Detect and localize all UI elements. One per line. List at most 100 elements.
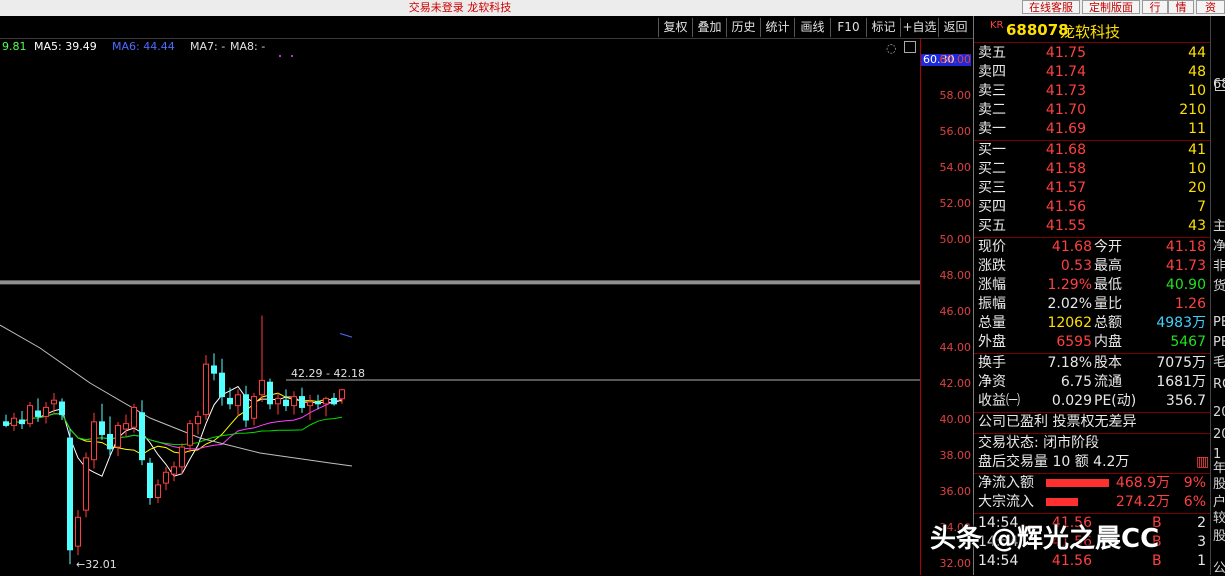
kline-chart[interactable]: 42.29 - 42.18 ←32.01 [0, 38, 920, 575]
quote-tab-button[interactable]: 行 [1142, 0, 1168, 14]
bid-row[interactable]: 买四 41.56 7 [976, 198, 1209, 217]
bid-price: 41.56 [1045, 199, 1086, 215]
online-service-button[interactable]: 在线客服 [1022, 0, 1080, 14]
candle-body[interactable] [139, 412, 145, 461]
candle-body[interactable] [227, 397, 233, 405]
reference-band [0, 280, 920, 285]
stat-value: 4983万 [1156, 315, 1206, 331]
stat-label: 今开 [1094, 239, 1122, 255]
stat-row[interactable]: 振幅 2.02% 量比 1.26 [976, 295, 1209, 314]
ask-row[interactable]: 卖五 41.75 44 [976, 44, 1209, 63]
stat-label: 净资 [978, 374, 1006, 390]
custom-layout-button[interactable]: 定制版面 [1082, 0, 1140, 14]
quote-tab-button-2[interactable]: 情 [1168, 0, 1194, 14]
statistics-button[interactable]: 统计 [760, 18, 794, 37]
bid-row[interactable]: 买二 41.58 10 [976, 160, 1209, 179]
candle-body[interactable] [307, 401, 313, 407]
bid-row[interactable]: 买三 41.57 20 [976, 179, 1209, 198]
history-button[interactable]: 历史 [726, 18, 760, 37]
adjust-rights-button[interactable]: 复权 [658, 18, 692, 37]
candle-body[interactable] [99, 421, 105, 435]
back-button[interactable]: 返回 [938, 18, 972, 37]
stat-row[interactable]: 收益㈠ 0.029 PE(动) 356.7 [976, 392, 1209, 411]
bid-row[interactable]: 买五 41.55 43 [976, 217, 1209, 236]
ask-price: 41.70 [1045, 102, 1086, 118]
candle-body[interactable] [211, 365, 217, 374]
candle-body[interactable] [283, 399, 289, 407]
bid-label: 买四 [978, 199, 1006, 215]
ask-price: 41.73 [1045, 83, 1086, 99]
candle-body[interactable] [195, 415, 201, 425]
company-note[interactable]: 公司已盈利 投票权无差异 [976, 413, 1209, 432]
bid-row[interactable]: 买一 41.68 41 [976, 141, 1209, 160]
candle-body[interactable] [3, 421, 9, 426]
stat-row[interactable]: 换手 7.18% 股本 7075万 [976, 354, 1209, 373]
candle-body[interactable] [131, 406, 137, 428]
stat-row[interactable]: 净资 6.75 流通 1681万 [976, 373, 1209, 392]
candle-body[interactable] [171, 466, 177, 475]
trade-status[interactable]: 交易状态: 闭市阶段 [976, 434, 1209, 453]
candle-body[interactable] [115, 424, 121, 448]
candle-body[interactable] [219, 372, 225, 398]
candle-body[interactable] [203, 363, 209, 416]
candle-body[interactable] [291, 396, 297, 407]
candle-body[interactable] [163, 471, 169, 484]
ask-row[interactable]: 卖三 41.73 10 [976, 82, 1209, 101]
mark-button[interactable]: 标记 [866, 18, 900, 37]
price-tick: 56.00 [939, 124, 972, 138]
candle-body[interactable] [187, 423, 193, 446]
candle-body[interactable] [43, 406, 49, 417]
candle-body[interactable] [267, 381, 273, 405]
stat-label: 外盘 [978, 334, 1006, 350]
f10-side-panel: 68主净非货PEPB毛RO20201年股户较股公 [1210, 16, 1225, 576]
stat-row[interactable]: 涨跌 0.53 最高 41.73 [976, 257, 1209, 276]
draw-line-button[interactable]: 画线 [794, 18, 830, 37]
overlay-button[interactable]: 叠加 [692, 18, 726, 37]
ask-label: 卖三 [978, 83, 1006, 99]
price-tick: 54.00 [939, 160, 972, 174]
candle-body[interactable] [123, 423, 129, 430]
candle-body[interactable] [235, 394, 241, 407]
candle-body[interactable] [299, 396, 305, 408]
candle-body[interactable] [107, 433, 113, 450]
bid-price: 41.68 [1045, 142, 1086, 158]
candle-body[interactable] [179, 446, 185, 468]
candle-body[interactable] [27, 405, 33, 425]
stat-row[interactable]: 总量 12062 总额 4983万 [976, 314, 1209, 333]
ask-row[interactable]: 卖二 41.70 210 [976, 101, 1209, 120]
stat-row[interactable]: 外盘 6595 内盘 5467 [976, 333, 1209, 352]
f10-button[interactable]: F10 [830, 18, 866, 37]
candle-body[interactable] [259, 379, 265, 396]
side-panel-checkbox[interactable] [1215, 80, 1225, 91]
candle-body[interactable] [11, 417, 17, 426]
candle-body[interactable] [75, 516, 81, 547]
ask-row[interactable]: 卖四 41.74 48 [976, 63, 1209, 82]
candle-body[interactable] [251, 396, 257, 419]
candle-body[interactable] [19, 419, 25, 425]
candle-body[interactable] [91, 421, 97, 461]
candle-body[interactable] [35, 410, 41, 417]
candle-body[interactable] [315, 401, 321, 405]
stat-row[interactable]: 现价 41.68 今开 41.18 [976, 238, 1209, 257]
price-tick: 60.00 [939, 52, 972, 66]
stat-row[interactable]: 涨幅 1.29% 最低 40.90 [976, 276, 1209, 295]
stat-label: 振幅 [978, 296, 1006, 312]
info-tab-button[interactable]: 资 [1196, 0, 1225, 14]
candle-body[interactable] [83, 457, 89, 511]
candle-body[interactable] [51, 399, 57, 405]
candle-body[interactable] [339, 389, 345, 400]
ask-row[interactable]: 卖一 41.69 11 [976, 120, 1209, 139]
candle-body[interactable] [331, 397, 337, 405]
add-watchlist-button[interactable]: +自选 [900, 18, 938, 37]
candle-body[interactable] [243, 394, 249, 421]
stat-label: 量比 [1094, 296, 1122, 312]
candle-body[interactable] [59, 401, 65, 416]
flow-row[interactable]: 大宗流入 274.2万 6% [976, 493, 1209, 512]
candle-body[interactable] [323, 397, 329, 405]
after-hours[interactable]: 盘后交易量 10 额 4.2万 ▥ [976, 453, 1209, 472]
candle-body[interactable] [147, 462, 153, 499]
candle-body[interactable] [155, 484, 161, 499]
candle-body[interactable] [67, 437, 73, 551]
candle-body[interactable] [275, 397, 281, 405]
flow-row[interactable]: 净流入额 468.9万 9% [976, 474, 1209, 493]
